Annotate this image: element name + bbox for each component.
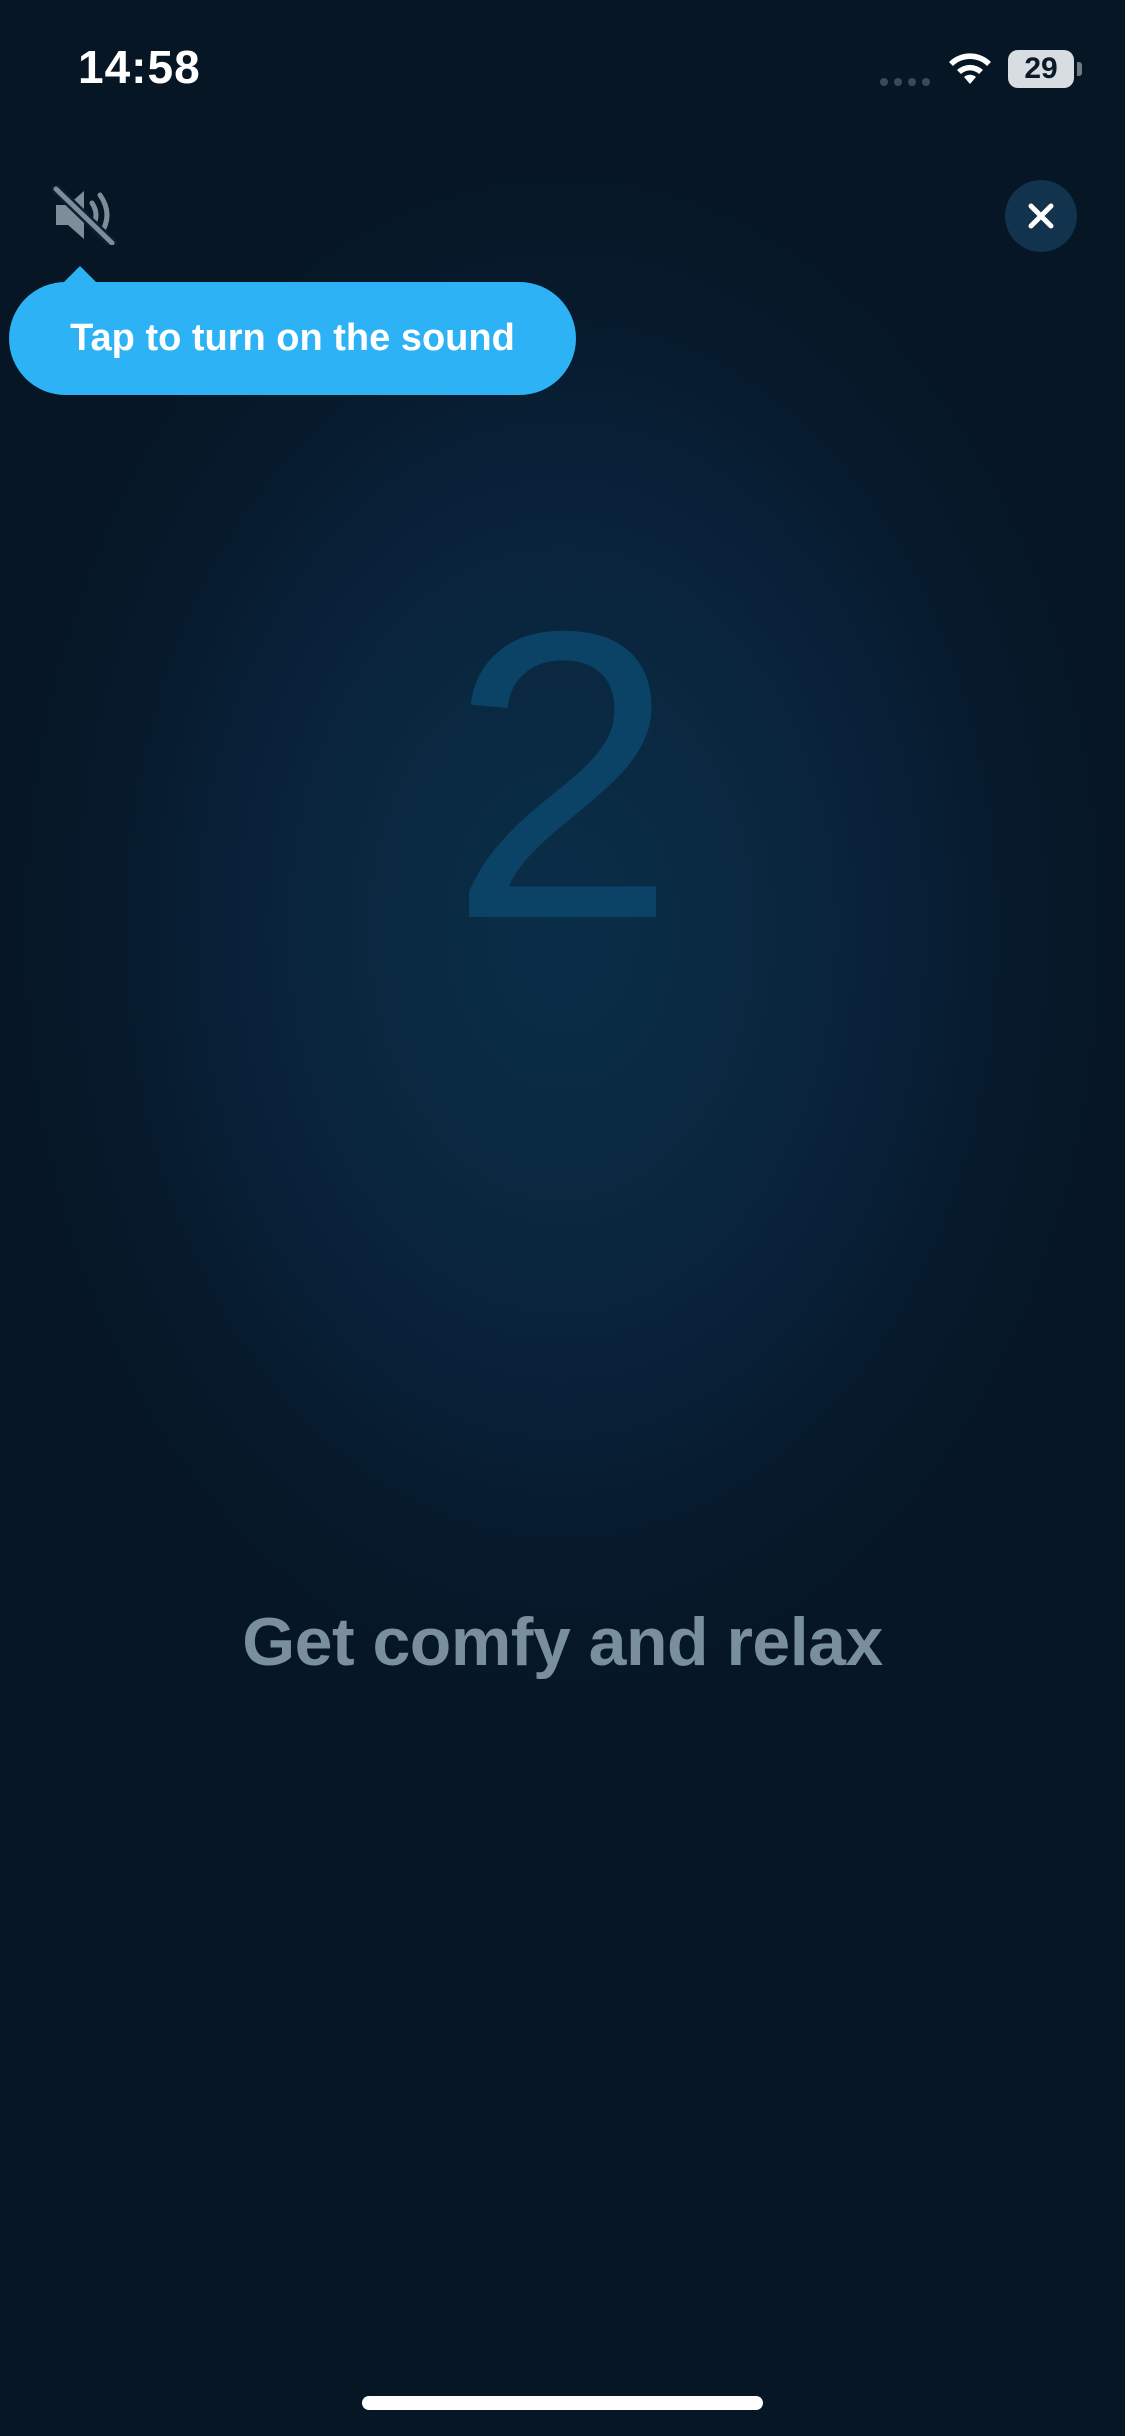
- sound-tooltip-text: Tap to turn on the sound: [70, 317, 515, 359]
- close-icon: [1028, 203, 1054, 229]
- close-button[interactable]: [1005, 180, 1077, 252]
- home-indicator[interactable]: [362, 2396, 763, 2410]
- speaker-muted-icon: [51, 184, 117, 248]
- battery-level: 29: [1024, 52, 1058, 85]
- instruction-headline: Get comfy and relax: [242, 1604, 883, 1680]
- wifi-icon: [945, 48, 995, 88]
- sound-tooltip[interactable]: Tap to turn on the sound: [9, 282, 576, 395]
- status-bar: 14:58 29: [0, 0, 1125, 130]
- countdown-number: 2: [448, 546, 677, 1004]
- status-time: 14:58: [78, 41, 201, 93]
- battery-icon: 29: [1008, 50, 1084, 88]
- signal-dots-icon: [880, 73, 936, 86]
- meditation-countdown-screen: 14:58 29 Tap to turn on the sound 2 Get …: [0, 0, 1125, 2436]
- sound-toggle-button[interactable]: [50, 184, 120, 248]
